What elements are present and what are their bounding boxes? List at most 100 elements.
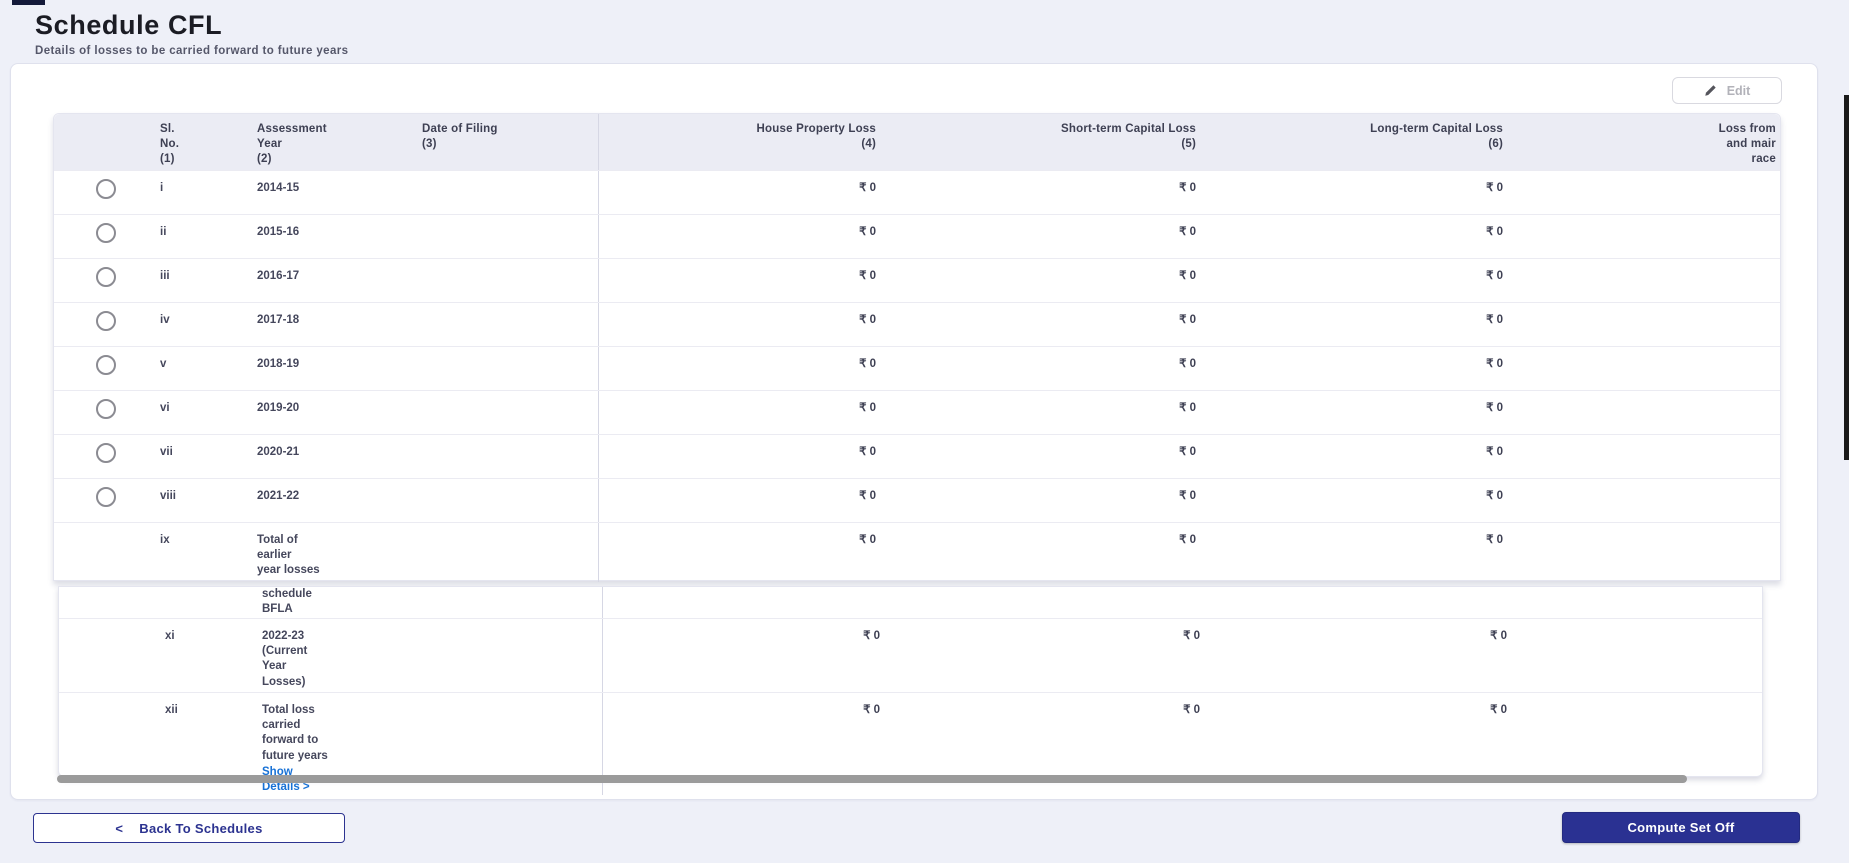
table-header-row: Sl. No. (1) Assessment Year (2) Date of … [54,114,1780,170]
cell-assessment-year: 2021-22 [257,479,422,522]
cell-short-term-capital-loss: ₹ 0 [892,259,1212,302]
table-row: ixTotal of earlier year losses₹ 0₹ 0₹ 0 [54,522,1780,582]
table-row: iv2017-18₹ 0₹ 0₹ 0 [54,302,1780,346]
top-edge-artifact [12,0,45,5]
cell-long-term-capital-loss: ₹ 0 [1216,619,1523,692]
table-row: viii2021-22₹ 0₹ 0₹ 0 [54,478,1780,522]
cell-date-of-filing [422,523,598,582]
cell-assessment-year: 2014-15 [257,171,422,214]
cell-date-of-filing [422,171,598,214]
row-radio-button[interactable] [96,355,116,375]
table-row: iii2016-17₹ 0₹ 0₹ 0 [54,258,1780,302]
cell-loss-from-race-horses [1519,391,1782,434]
header-date-of-filing: Date of Filing (3) [422,114,598,170]
cell-short-term-capital-loss: ₹ 0 [892,215,1212,258]
back-button-label: Back To Schedules [139,821,262,836]
header-assessment-year: Assessment Year (2) [257,114,422,170]
row-radio-button[interactable] [96,311,116,331]
cell-short-term-capital-loss: ₹ 0 [892,391,1212,434]
cell-short-term-capital-loss [896,587,1216,618]
horizontal-scrollbar-thumb[interactable] [57,775,1687,783]
row-radio-button[interactable] [96,487,116,507]
back-to-schedules-button[interactable]: < Back To Schedules [33,813,345,843]
header-radio-spacer [54,114,160,170]
cell-long-term-capital-loss: ₹ 0 [1212,215,1519,258]
cell-long-term-capital-loss [1216,587,1523,618]
table-row: vi2019-20₹ 0₹ 0₹ 0 [54,390,1780,434]
cell-sl-no: xi [165,619,262,692]
cell-assessment-year: 2019-20 [257,391,422,434]
cell-radio [54,303,160,346]
header-long-term-capital-loss: Long-term Capital Loss (6) [1212,114,1519,170]
cell-loss-from-race-horses [1519,479,1782,522]
cell-house-property-loss: ₹ 0 [598,391,892,434]
header-short-term-capital-loss: Short-term Capital Loss (5) [892,114,1212,170]
cell-long-term-capital-loss: ₹ 0 [1212,303,1519,346]
cell-house-property-loss: ₹ 0 [598,523,892,582]
edit-button[interactable]: Edit [1672,77,1782,104]
cell-sl-no: viii [160,479,257,522]
cell-sl-no: i [160,171,257,214]
cell-loss-from-race-horses [1519,215,1782,258]
table-row: i2014-15₹ 0₹ 0₹ 0 [54,170,1780,214]
row-radio-button[interactable] [96,443,116,463]
cell-assessment-year: 2018-19 [257,347,422,390]
cell-long-term-capital-loss: ₹ 0 [1212,391,1519,434]
cell-assessment-year: 2022-23 (Current Year Losses) [262,619,427,692]
cell-house-property-loss: ₹ 0 [602,619,896,692]
cell-assessment-year: Total of earlier year losses [257,523,422,582]
row-radio-button[interactable] [96,399,116,419]
table-row: schedule BFLA [59,587,1762,618]
cell-radio [54,435,160,478]
cell-date-of-filing [422,347,598,390]
cell-date-of-filing [422,303,598,346]
cell-house-property-loss: ₹ 0 [598,215,892,258]
cfl-table-lower: schedule BFLAxi2022-23 (Current Year Los… [58,586,1763,777]
cell-long-term-capital-loss: ₹ 0 [1212,435,1519,478]
table-row: vii2020-21₹ 0₹ 0₹ 0 [54,434,1780,478]
cell-house-property-loss: ₹ 0 [598,347,892,390]
cell-short-term-capital-loss: ₹ 0 [892,171,1212,214]
cell-assessment-year: 2015-16 [257,215,422,258]
header-house-property-loss: House Property Loss (4) [598,114,892,170]
pencil-icon [1704,84,1717,97]
cell-long-term-capital-loss: ₹ 0 [1212,259,1519,302]
cell-house-property-loss: ₹ 0 [598,479,892,522]
cell-house-property-loss [602,587,896,618]
compute-set-off-button[interactable]: Compute Set Off [1562,812,1800,843]
cell-sl-no: ix [160,523,257,582]
cell-sl-no: v [160,347,257,390]
cell-house-property-loss: ₹ 0 [598,303,892,346]
table-row: xi2022-23 (Current Year Losses)₹ 0₹ 0₹ 0 [59,618,1762,692]
cell-date-of-filing [422,479,598,522]
page-subtitle: Details of losses to be carried forward … [35,45,348,57]
cell-house-property-loss: ₹ 0 [598,435,892,478]
cell-long-term-capital-loss: ₹ 0 [1212,171,1519,214]
cell-short-term-capital-loss: ₹ 0 [896,619,1216,692]
row-radio-button[interactable] [96,223,116,243]
schedule-cfl-card: Edit Sl. No. (1) Assessment Year (2) Dat… [10,63,1818,800]
row-radio-button[interactable] [96,179,116,199]
cell-assessment-year: schedule BFLA [262,587,427,618]
cell-date-of-filing [422,435,598,478]
cell-radio [54,347,160,390]
cell-sl-no [165,587,262,618]
cell-date-of-filing [427,587,602,618]
cell-sl-no: vii [160,435,257,478]
cell-radio [54,259,160,302]
cell-date-of-filing [427,619,602,692]
header-loss-from-race-horses-clipped: Loss from and mair race [1519,114,1782,170]
vertical-scrollbar-thumb[interactable] [1844,95,1849,460]
cell-date-of-filing [422,391,598,434]
cfl-table-upper: Sl. No. (1) Assessment Year (2) Date of … [53,113,1781,581]
cell-sl-no: iv [160,303,257,346]
cell-sl-no: ii [160,215,257,258]
table-row: ii2015-16₹ 0₹ 0₹ 0 [54,214,1780,258]
cell-radio [54,215,160,258]
row-radio-button[interactable] [96,267,116,287]
cell-loss-from-race-horses [1519,171,1782,214]
table-row: xiiTotal loss carried forward to future … [59,692,1762,778]
table-row: v2018-19₹ 0₹ 0₹ 0 [54,346,1780,390]
cell-long-term-capital-loss: ₹ 0 [1212,479,1519,522]
cell-loss-from-race-horses [1519,303,1782,346]
